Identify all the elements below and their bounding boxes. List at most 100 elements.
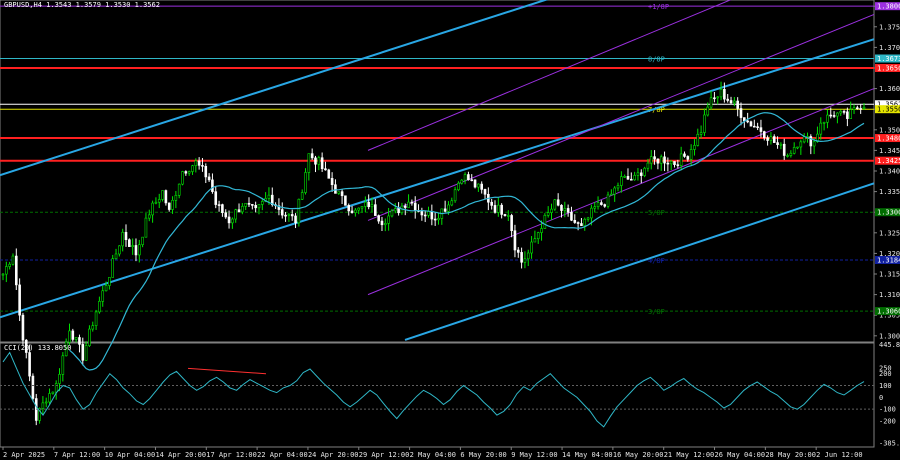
candle-body <box>211 179 214 192</box>
price-tick-label: 1.3750 <box>879 23 900 31</box>
candle-body <box>610 193 613 196</box>
candle-body <box>829 114 833 117</box>
murray-label: 5/8P <box>648 209 665 217</box>
candle-body <box>460 179 464 184</box>
candle-body <box>573 219 577 223</box>
time-tick-label: 24 Apr 20:00 <box>308 451 359 459</box>
time-tick-label: 29 Apr 12:00 <box>359 451 410 459</box>
candle-body <box>194 160 198 167</box>
candle-body <box>294 215 297 224</box>
candle-body <box>118 245 121 255</box>
regression-upper <box>367 0 732 151</box>
price-tick-label: 1.3500 <box>879 126 900 134</box>
candle-body <box>357 207 361 211</box>
candle-body <box>443 208 447 212</box>
candle-body <box>729 100 733 104</box>
candle-body <box>267 194 271 199</box>
candle-body <box>553 199 557 210</box>
candle-body <box>540 228 543 233</box>
cci-tick-label: -200 <box>879 418 896 426</box>
candle-body <box>134 245 138 256</box>
candle-body <box>94 311 98 326</box>
cci-tick-label: 0 <box>879 394 883 402</box>
candle-body <box>337 191 341 194</box>
candle-body <box>420 210 424 216</box>
candle-body <box>367 201 370 208</box>
candle-body <box>706 106 710 116</box>
candle-body <box>14 255 18 286</box>
candle-body <box>287 214 291 216</box>
candle-body <box>679 153 683 166</box>
candle-body <box>260 201 264 205</box>
candle-body <box>5 266 8 275</box>
candle-body <box>251 204 254 206</box>
candle-body <box>736 100 739 109</box>
candle-body <box>407 201 410 208</box>
level-tag-label: 1.3800 <box>877 3 900 11</box>
candle-body <box>154 201 158 204</box>
candle-body <box>560 204 563 211</box>
candle-body <box>586 217 590 220</box>
candle-body <box>716 96 720 99</box>
candle-body <box>234 209 238 220</box>
candle-body <box>570 212 573 221</box>
candle-body <box>596 202 600 207</box>
cci-tick-label: 445.8715 <box>879 341 900 349</box>
candle-body <box>284 214 287 217</box>
candle-body <box>503 214 507 216</box>
candle-body <box>28 352 31 377</box>
candle-body <box>437 218 440 221</box>
candle-body <box>772 136 776 143</box>
candle-body <box>340 191 344 197</box>
time-tick-label: 2 Apr 2025 <box>3 451 45 459</box>
candle-body <box>530 241 533 254</box>
murray-label: +1/8P <box>648 3 669 11</box>
candle-body <box>61 355 65 375</box>
candle-body <box>802 136 806 143</box>
candle-body <box>699 132 703 135</box>
candle-body <box>766 137 769 141</box>
candle-body <box>683 153 686 157</box>
candle-body <box>796 146 799 149</box>
candle-body <box>1 273 5 276</box>
candle-body <box>297 198 301 224</box>
price-chart[interactable]: 1.3800 1.3750 1.3700 1.3650 1.3600 1.3550 1.35… <box>0 0 900 460</box>
time-tick-label: 10 Apr 04:00 <box>105 451 156 459</box>
price-pane-frame <box>0 0 875 343</box>
candle-body <box>247 202 251 205</box>
candle-body <box>483 189 487 195</box>
candle-body <box>174 195 178 201</box>
candle-body <box>131 245 134 247</box>
candle-body <box>114 253 118 260</box>
candle-body <box>387 215 390 224</box>
candle-body <box>839 111 843 114</box>
level-tag-label: 1.3184 <box>877 257 900 265</box>
price-tick-label: 1.3700 <box>879 44 900 52</box>
candle-body <box>752 125 756 128</box>
candle-body <box>709 97 713 108</box>
time-tick-label: 22 Apr 04:00 <box>257 451 308 459</box>
candle-body <box>859 108 862 110</box>
candle-body <box>832 115 836 117</box>
candle-body <box>410 201 414 204</box>
candle-body <box>350 210 354 213</box>
candle-body <box>280 209 284 216</box>
candle-body <box>104 285 108 292</box>
candle-body <box>78 337 81 345</box>
candle-body <box>733 100 736 104</box>
candle-body <box>723 89 726 100</box>
candle-body <box>490 201 493 206</box>
time-tick-label: 26 May 04:00 <box>715 451 766 459</box>
candle-body <box>360 206 364 209</box>
candle-body <box>576 222 580 224</box>
candle-body <box>217 204 221 206</box>
level-tag-label: 1.3480 <box>877 135 900 143</box>
candle-body <box>304 172 307 193</box>
candle-body <box>693 145 696 150</box>
candle-body <box>713 97 716 100</box>
candle-body <box>799 141 803 148</box>
candle-body <box>520 252 523 263</box>
candle-body <box>197 160 201 166</box>
candle-body <box>613 187 616 195</box>
candle-body <box>842 111 846 113</box>
